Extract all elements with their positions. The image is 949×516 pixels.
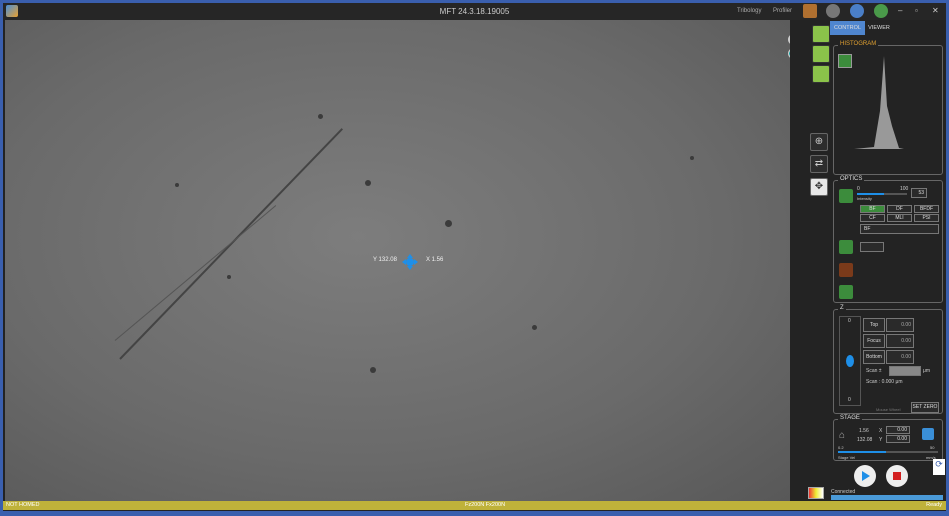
objective-icon[interactable]	[839, 240, 853, 254]
scratch-mark	[119, 128, 344, 360]
mode-bf[interactable]: BF	[860, 205, 885, 213]
histogram-panel: HISTOGRAM	[833, 41, 943, 175]
particle	[532, 325, 537, 330]
stage-label: STAGE	[838, 415, 862, 421]
microscope-image-viewer[interactable]: Y 132.08 X 1.56	[5, 20, 790, 501]
tab-viewer[interactable]: VIEWER	[865, 21, 893, 35]
z-focus-input[interactable]: 0.00	[886, 334, 914, 348]
intensity-min: 0	[857, 186, 860, 192]
z-panel: Z 0 0 Top 0.00 Focus 0.00 Bottom 0.00 Sc…	[833, 305, 943, 414]
intensity-max: 100	[900, 186, 909, 192]
z-position-handle[interactable]	[846, 355, 854, 367]
histogram-settings-button[interactable]	[838, 54, 852, 68]
z-label: Z	[838, 305, 846, 311]
optics-label: OPTICS	[838, 176, 865, 182]
home-icon[interactable]: ⌂	[839, 430, 845, 441]
mouse-wheel-label: Mouse Wheel	[876, 407, 901, 412]
play-button[interactable]	[854, 465, 876, 487]
stage-y-input[interactable]: 0.00	[886, 435, 910, 443]
lamp-icon[interactable]	[839, 189, 853, 203]
connection-bar	[831, 495, 943, 500]
gears-button-2[interactable]	[812, 65, 830, 83]
scan-select[interactable]	[889, 366, 921, 376]
scan-label: Scan ±	[866, 368, 882, 374]
objective-select[interactable]	[860, 242, 884, 252]
particle	[175, 183, 179, 187]
menu-tribology[interactable]: Tribology	[737, 8, 761, 14]
z-scale-bottom: 0	[848, 397, 851, 403]
map-icon[interactable]	[839, 285, 853, 299]
stage-position-crosshair[interactable]	[402, 254, 418, 270]
intensity-input[interactable]: 53	[911, 188, 927, 198]
mode-cf[interactable]: CF	[860, 214, 885, 222]
stage-speed-slider[interactable]	[838, 451, 938, 453]
palette-icon[interactable]	[808, 487, 824, 499]
tab-control[interactable]: CONTROL	[830, 21, 865, 35]
intensity-label: Intensity	[857, 196, 872, 201]
close-button[interactable]: ✕	[932, 6, 939, 15]
sync-icon[interactable]: ⟳	[933, 459, 945, 475]
z-top-input[interactable]: 0.00	[886, 318, 914, 332]
stop-button[interactable]	[886, 465, 908, 487]
z-focus-button[interactable]: Focus	[863, 334, 885, 348]
particle	[370, 367, 376, 373]
stage-icon[interactable]	[922, 428, 934, 440]
z-bottom-button[interactable]: Bottom	[863, 350, 885, 364]
mode-mli[interactable]: MLI	[887, 214, 912, 222]
gear-icon[interactable]	[826, 4, 840, 18]
fit-view-button[interactable]: ✥	[810, 178, 828, 196]
optics-panel: OPTICS 0 100 Intensity 53 BF DF BFDF CF …	[833, 176, 943, 303]
particle	[690, 156, 694, 160]
intensity-slider[interactable]	[857, 193, 907, 195]
particle	[365, 180, 371, 186]
app-window: MFT 24.3.18.19005 Tribology Profiler – ▫…	[3, 3, 946, 511]
particle	[318, 114, 323, 119]
force-status: Fz200N Fx200N	[465, 502, 506, 508]
scan-unit: μm	[923, 368, 931, 374]
ready-status: Ready	[926, 502, 942, 508]
globe-icon[interactable]	[874, 4, 888, 18]
homed-status: NOT HOMED	[6, 502, 40, 508]
mode-psi[interactable]: PSI	[914, 214, 939, 222]
set-zero-button[interactable]: SET ZERO	[911, 402, 939, 413]
speed-label: Stage Vel	[838, 455, 856, 460]
histogram-label: HISTOGRAM	[838, 41, 879, 47]
swap-button[interactable]: ⇄	[810, 155, 828, 173]
mode-select[interactable]: BF	[860, 224, 939, 234]
menu-profiler[interactable]: Profiler	[773, 8, 792, 14]
particle	[227, 275, 231, 279]
target-icon[interactable]	[788, 34, 790, 45]
z-scale[interactable]: 0 0	[839, 316, 861, 406]
mode-bfdf[interactable]: BFDF	[914, 205, 939, 213]
stage-y-position: 132.08	[857, 437, 873, 443]
scan-readout: Scan : 0.000 μm	[866, 379, 903, 385]
objective-view-button[interactable]	[812, 25, 830, 43]
restore-button[interactable]: ▫	[915, 6, 918, 15]
title-bar: MFT 24.3.18.19005 Tribology Profiler – ▫…	[3, 3, 946, 20]
stage-x-position: 1.56	[859, 428, 869, 434]
mode-df[interactable]: DF	[887, 205, 912, 213]
focus-target-button[interactable]: ⊕	[810, 133, 828, 151]
particle	[445, 220, 452, 227]
info-icon[interactable]	[850, 4, 864, 18]
y-coordinate-label: Y 132.08	[373, 257, 397, 263]
stage-panel: STAGE ⌂ 1.56 132.08 X Y 0.00 0.00 0.2 50…	[833, 415, 943, 461]
speed-min: 0.2	[838, 445, 844, 450]
stage-y-label: Y	[879, 437, 883, 443]
z-bottom-input[interactable]: 0.00	[886, 350, 914, 364]
gauge-icon[interactable]	[839, 263, 853, 277]
minimize-button[interactable]: –	[898, 6, 902, 15]
status-bar: NOT HOMED Fz200N Fx200N Ready	[3, 501, 946, 510]
histogram-chart	[854, 56, 904, 149]
scratch-mark	[114, 205, 277, 341]
z-scale-top: 0	[848, 318, 851, 324]
stage-x-label: X	[879, 428, 883, 434]
gears-button-1[interactable]	[812, 45, 830, 63]
tools-icon[interactable]	[803, 4, 817, 18]
color-channels-icon[interactable]	[788, 48, 790, 59]
speed-max: 50	[930, 445, 935, 450]
z-top-button[interactable]: Top	[863, 318, 885, 332]
x-coordinate-label: X 1.56	[426, 257, 444, 263]
stage-x-input[interactable]: 0.00	[886, 426, 910, 434]
